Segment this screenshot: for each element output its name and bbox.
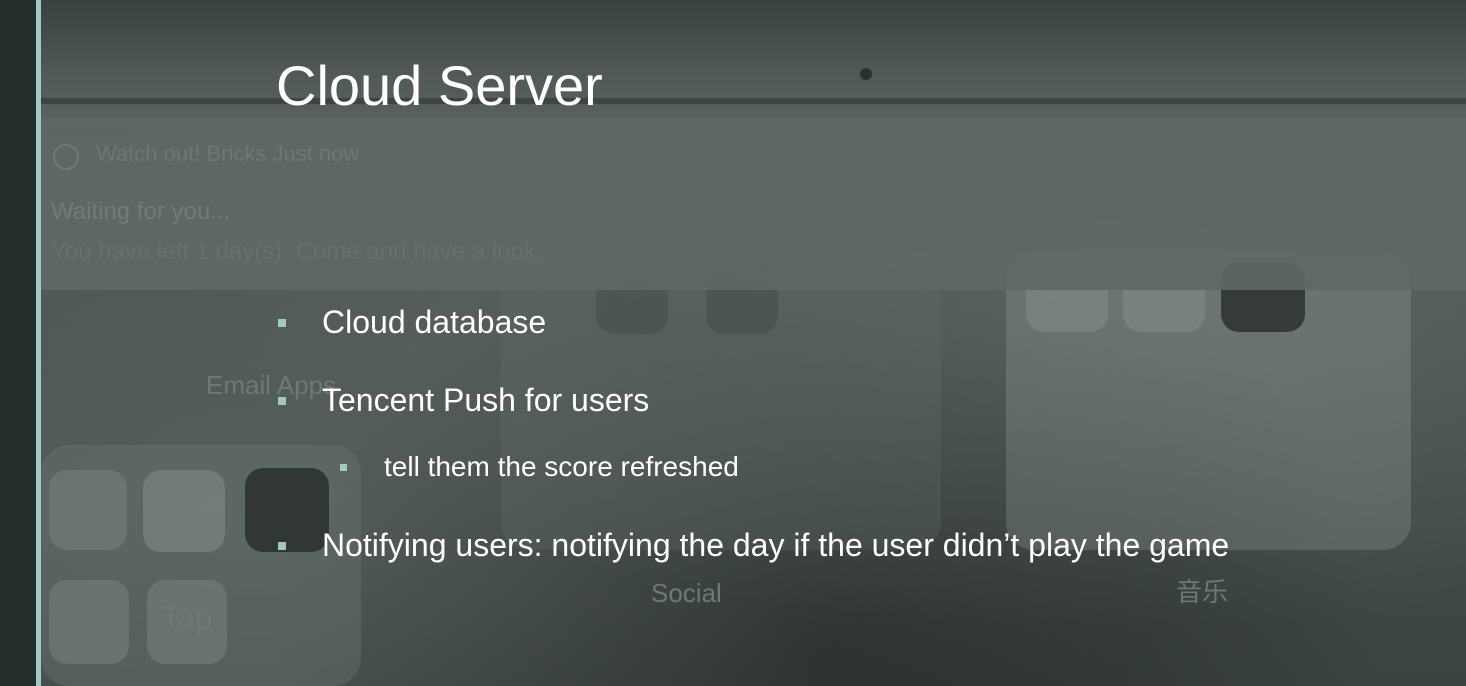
notification-banner: Watch out! Bricks Just now Waiting for y… <box>41 118 1466 290</box>
bullet-text: Tencent Push for users <box>322 382 650 418</box>
app-icon-4 <box>49 580 129 664</box>
slide-title: Cloud Server <box>276 54 603 117</box>
bullet-item: Cloud database <box>278 304 546 341</box>
label-social: Social <box>651 578 722 608</box>
bullet-item: Tencent Push for users <box>278 382 649 419</box>
phone-bezel <box>41 0 1466 125</box>
sub-bullet-text: tell them the score refreshed <box>384 451 739 482</box>
label-tap: Tap <box>161 600 213 636</box>
label-music: 音乐 <box>1176 577 1229 607</box>
app-icon <box>53 144 79 170</box>
bullet-item: Notifying users: notifying the day if th… <box>278 527 1229 564</box>
sub-bullet-item: tell them the score refreshed <box>340 451 739 483</box>
camera-icon <box>860 68 872 80</box>
notification-app-line: Watch out! Bricks Just now <box>96 141 360 166</box>
app-icon-2 <box>143 470 225 552</box>
bullet-square-icon <box>340 463 347 471</box>
app-icon-1 <box>49 470 127 550</box>
background-photo: Email Apps Social Tap 音乐 Watch out! Bric… <box>41 0 1466 686</box>
notification-title: Waiting for you... <box>51 198 231 225</box>
bullet-text: Cloud database <box>322 304 547 340</box>
bullet-square-icon <box>278 396 286 405</box>
bullet-text: Notifying users: notifying the day if th… <box>322 527 1230 563</box>
bezel-edge <box>41 98 1466 104</box>
bullet-square-icon <box>278 318 286 327</box>
notification-body: You have left 1 day(s). Come and have a … <box>51 238 543 265</box>
bullet-square-icon <box>278 541 286 550</box>
left-sidebar-band <box>0 0 36 686</box>
